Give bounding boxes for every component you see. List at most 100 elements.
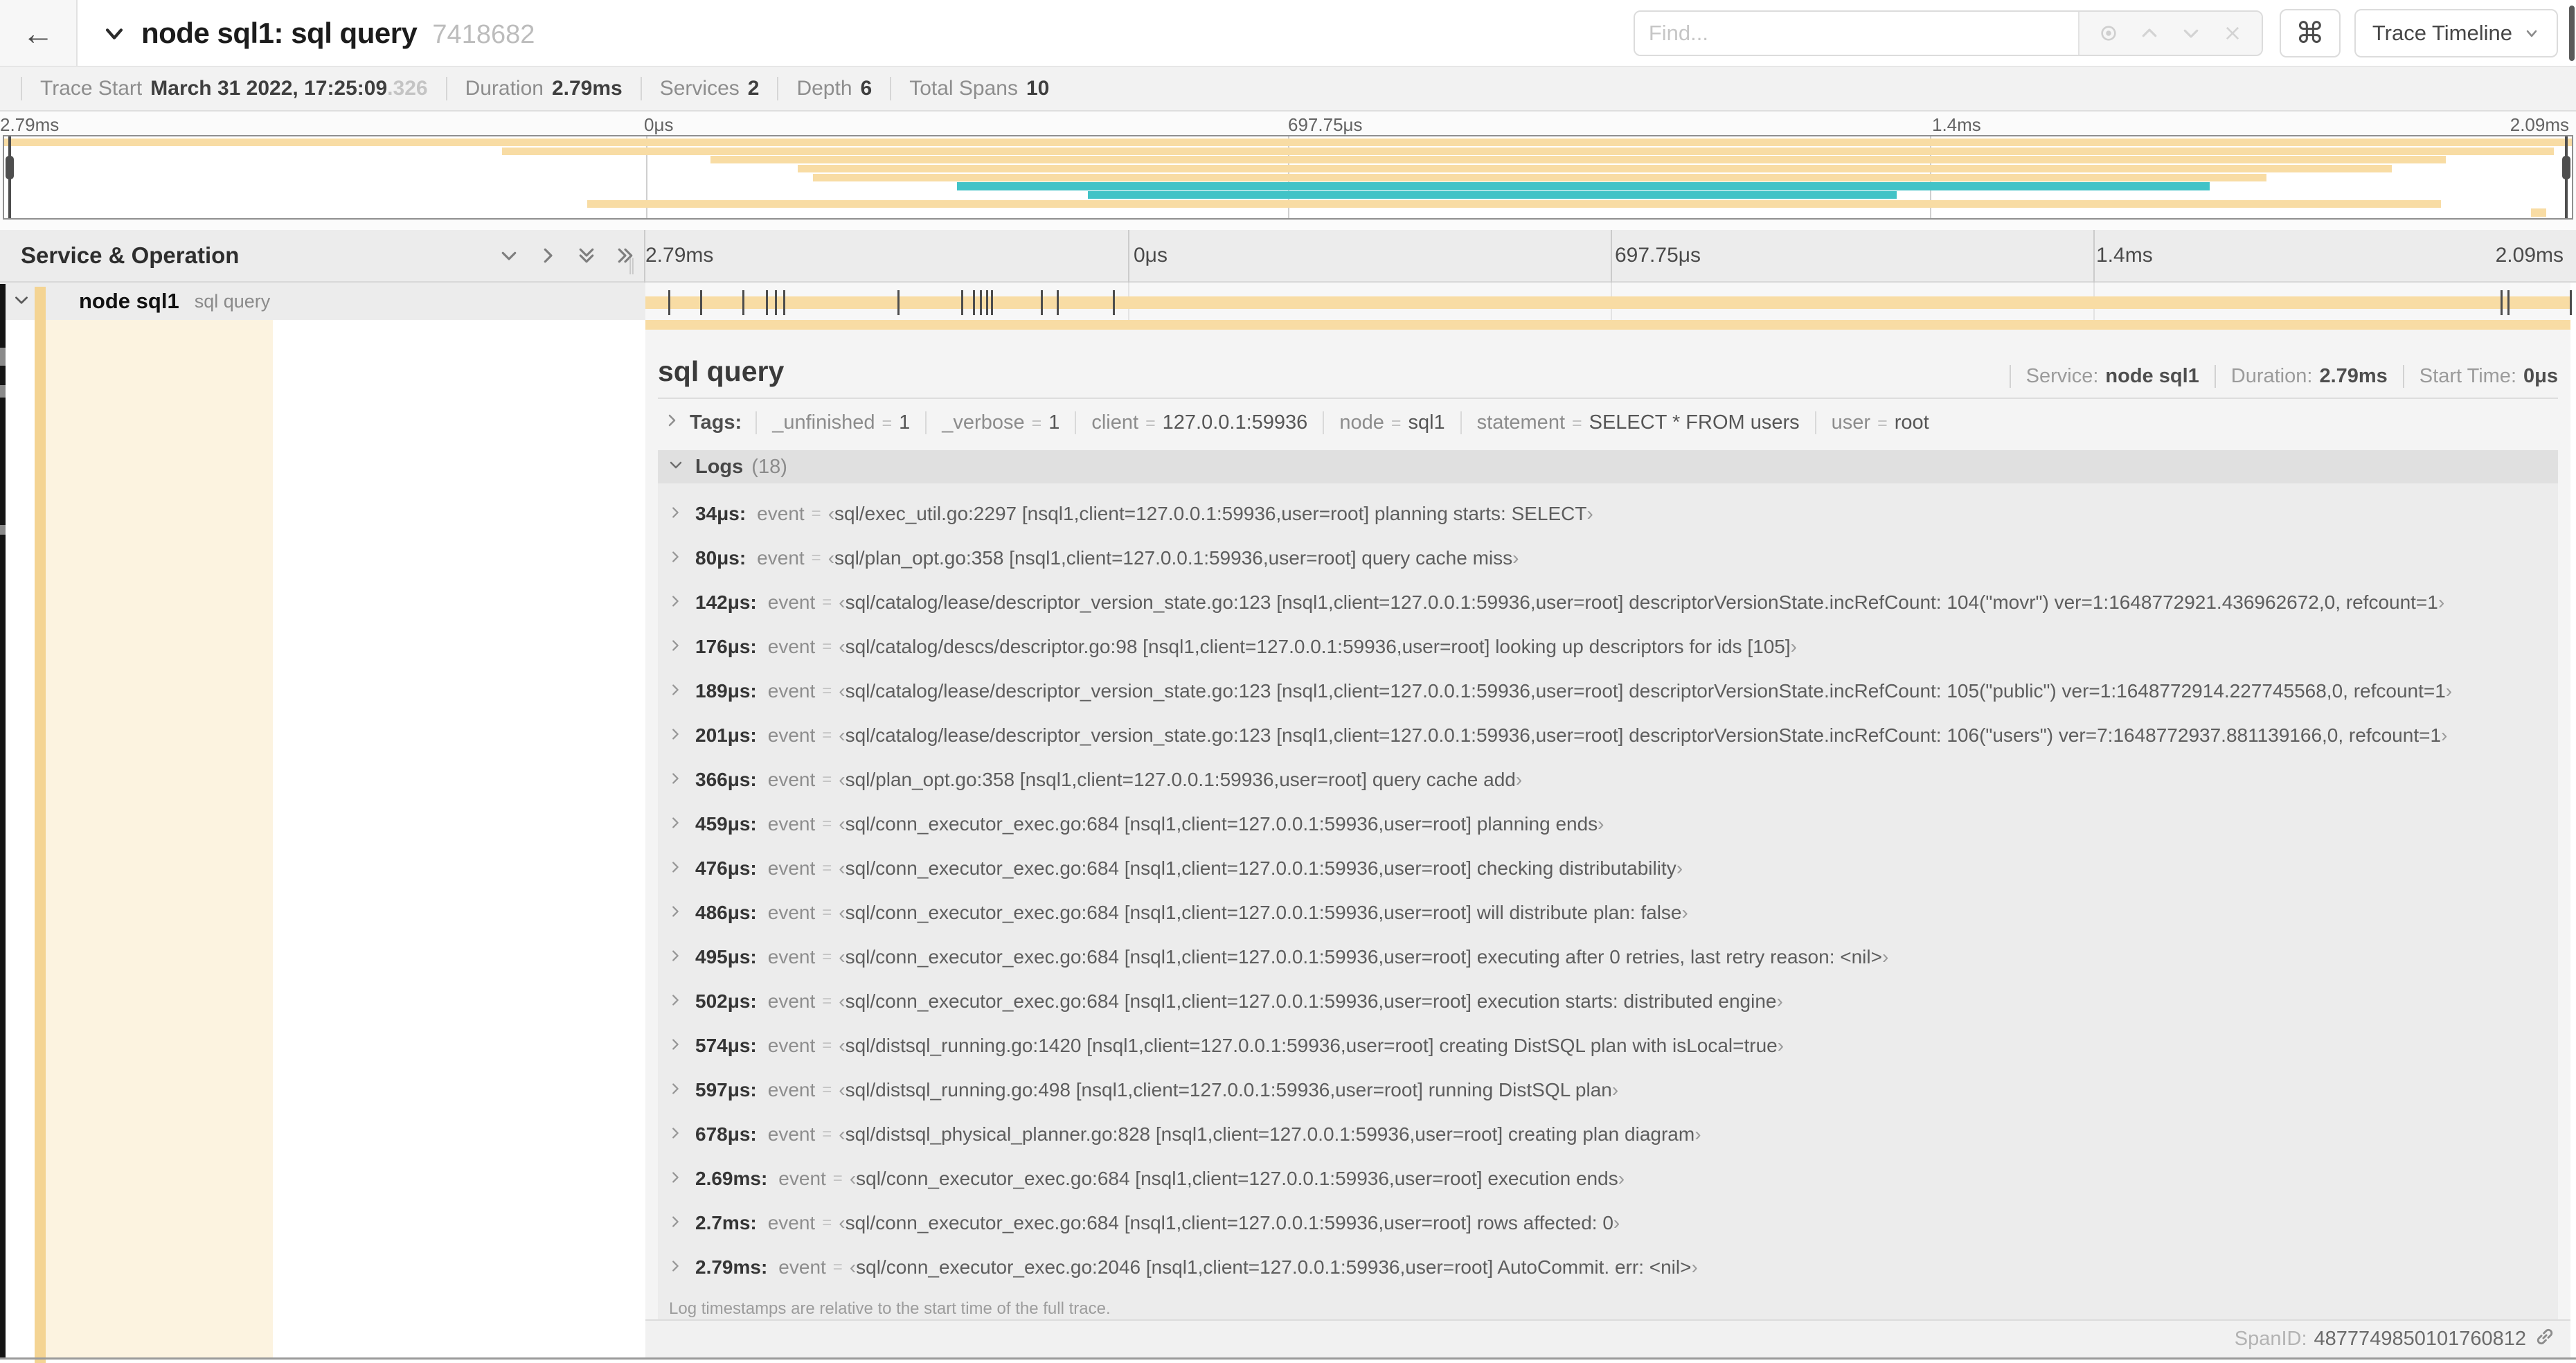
log-timestamp: 201μs: bbox=[695, 724, 757, 746]
timeline-tick-header: 0μs 697.75μs 1.4ms 2.09ms 2.79ms bbox=[645, 230, 2570, 281]
log-quote-close: › bbox=[1776, 990, 1783, 1012]
chevron-down-icon[interactable] bbox=[102, 22, 126, 49]
collapse-all-icon[interactable] bbox=[576, 245, 597, 266]
jaeger-trace-page: ← node sql1: sql query 7418682 Find... ⌘… bbox=[0, 0, 2576, 1363]
log-quote-close: › bbox=[1618, 1168, 1625, 1189]
log-tick-mark bbox=[668, 290, 670, 315]
info-label: Duration bbox=[465, 77, 544, 100]
log-row[interactable]: 574μs: event = ‹sql/distsql_running.go:1… bbox=[658, 1024, 2558, 1068]
log-equals: = bbox=[822, 1125, 832, 1143]
log-quote-close: › bbox=[1515, 769, 1523, 790]
log-row[interactable]: 486μs: event = ‹sql/conn_executor_exec.g… bbox=[658, 891, 2558, 935]
log-quote-close: › bbox=[1613, 1212, 1620, 1233]
log-row[interactable]: 495μs: event = ‹sql/conn_executor_exec.g… bbox=[658, 935, 2558, 979]
log-timestamp: 495μs: bbox=[695, 946, 757, 968]
chevron-right-icon bbox=[668, 591, 683, 614]
clear-find-icon[interactable] bbox=[2220, 21, 2245, 46]
logs-header[interactable]: Logs (18) bbox=[658, 450, 2558, 483]
next-match-icon[interactable] bbox=[2179, 21, 2203, 46]
prev-match-icon[interactable] bbox=[2137, 21, 2162, 46]
log-timestamp: 502μs: bbox=[695, 990, 757, 1012]
meta-value: 0μs bbox=[2523, 365, 2558, 387]
log-quote-open: ‹ bbox=[839, 769, 846, 790]
span-duration-bar[interactable] bbox=[645, 296, 2570, 309]
log-key: event bbox=[767, 813, 816, 835]
log-row[interactable]: 2.7ms: event = ‹sql/conn_executor_exec.g… bbox=[658, 1201, 2558, 1245]
log-equals: = bbox=[822, 637, 832, 656]
detail-span-bar[interactable] bbox=[645, 320, 2570, 330]
log-row[interactable]: 201μs: event = ‹sql/catalog/lease/descri… bbox=[658, 713, 2558, 758]
tag-item: user = root bbox=[1814, 411, 1944, 434]
log-quote-close: › bbox=[2441, 724, 2448, 746]
log-row[interactable]: 459μs: event = ‹sql/conn_executor_exec.g… bbox=[658, 802, 2558, 846]
minimap-span-bar bbox=[956, 182, 2210, 190]
left-edge-strip bbox=[0, 284, 6, 1359]
minimap-span-bar bbox=[813, 173, 2266, 181]
find-input[interactable] bbox=[1634, 11, 2078, 55]
log-row[interactable]: 597μs: event = ‹sql/distsql_running.go:4… bbox=[658, 1068, 2558, 1112]
chevron-right-icon bbox=[668, 680, 683, 702]
span-name-cell[interactable]: node sql1 sql query bbox=[0, 283, 645, 1363]
log-row[interactable]: 176μs: event = ‹sql/catalog/descs/descri… bbox=[658, 625, 2558, 669]
info-value: March 31 2022, 17:25:09 bbox=[150, 77, 388, 100]
detail-divider bbox=[658, 398, 2558, 399]
focus-target-icon[interactable] bbox=[2096, 21, 2121, 46]
log-quote-open: ‹ bbox=[839, 591, 846, 613]
log-row[interactable]: 34μs: event = ‹sql/exec_util.go:2297 [ns… bbox=[658, 492, 2558, 536]
log-equals: = bbox=[822, 1036, 832, 1055]
log-row[interactable]: 2.69ms: event = ‹sql/conn_executor_exec.… bbox=[658, 1157, 2558, 1201]
view-selector-button[interactable]: Trace Timeline bbox=[2354, 8, 2558, 57]
minimap-tick-label: 697.75μs bbox=[1288, 114, 1363, 135]
log-timestamp: 176μs: bbox=[695, 636, 757, 657]
minimap-left-scrubber[interactable] bbox=[6, 136, 14, 218]
log-quote-close: › bbox=[1790, 636, 1797, 657]
log-row[interactable]: 502μs: event = ‹sql/conn_executor_exec.g… bbox=[658, 979, 2558, 1024]
log-equals: = bbox=[822, 770, 832, 789]
scrollbar-thumb[interactable] bbox=[2569, 6, 2575, 61]
log-equals: = bbox=[822, 903, 832, 922]
log-row[interactable]: 2.79ms: event = ‹sql/conn_executor_exec.… bbox=[658, 1245, 2558, 1290]
chevron-right-icon bbox=[668, 813, 683, 835]
tags-accordion[interactable]: Tags: _unfinished = 1 _verbose = 1 clien… bbox=[658, 400, 2558, 445]
log-quote-open: ‹ bbox=[839, 813, 846, 835]
minimap-canvas[interactable] bbox=[3, 135, 2573, 220]
span-meta-item: Start Time: 0μs bbox=[2402, 365, 2558, 388]
minimap-right-scrubber[interactable] bbox=[2562, 136, 2570, 218]
back-button[interactable]: ← bbox=[0, 0, 78, 66]
timeline-header-row: Service & Operation ∥ 0μs 697.75μs 1.4ms 2.… bbox=[0, 230, 2576, 283]
chevron-right-icon bbox=[668, 990, 683, 1013]
chevron-right-icon bbox=[668, 724, 683, 747]
log-row[interactable]: 366μs: event = ‹sql/plan_opt.go:358 [nsq… bbox=[658, 758, 2558, 802]
find-group bbox=[1633, 10, 2263, 56]
log-row[interactable]: 189μs: event = ‹sql/catalog/lease/descri… bbox=[658, 669, 2558, 713]
chevron-right-icon bbox=[668, 503, 683, 525]
span-meta-item: Duration: 2.79ms bbox=[2214, 365, 2403, 388]
link-icon[interactable] bbox=[2533, 1325, 2557, 1354]
info-value: 10 bbox=[1026, 77, 1050, 100]
logs-count: (18) bbox=[751, 455, 787, 478]
log-timestamp: 2.79ms: bbox=[695, 1256, 768, 1278]
keyboard-shortcuts-button[interactable]: ⌘ bbox=[2279, 8, 2341, 57]
expand-one-icon[interactable] bbox=[537, 245, 558, 266]
span-timeline-cell[interactable] bbox=[645, 283, 2572, 320]
minimap-span-bar bbox=[502, 147, 2555, 155]
span-meta-item: Service: node sql1 bbox=[2009, 365, 2215, 388]
chevron-down-icon[interactable] bbox=[12, 291, 30, 312]
log-key: event bbox=[757, 547, 805, 569]
log-row[interactable]: 142μs: event = ‹sql/catalog/lease/descri… bbox=[658, 580, 2558, 625]
collapse-one-icon[interactable] bbox=[499, 245, 519, 266]
info-label: Trace Start bbox=[40, 77, 143, 100]
log-key: event bbox=[767, 1035, 816, 1056]
log-row[interactable]: 476μs: event = ‹sql/conn_executor_exec.g… bbox=[658, 846, 2558, 891]
log-equals: = bbox=[811, 504, 821, 523]
log-row[interactable]: 80μs: event = ‹sql/plan_opt.go:358 [nsql… bbox=[658, 536, 2558, 580]
meta-label: Duration: bbox=[2230, 365, 2313, 387]
column-resizer-grip[interactable]: ∥ bbox=[627, 256, 637, 276]
tag-key: _unfinished bbox=[772, 411, 875, 434]
log-key: event bbox=[767, 1212, 816, 1233]
tags-label: Tags: bbox=[690, 411, 742, 434]
log-value: sql/distsql_running.go:1420 [nsql1,clien… bbox=[845, 1035, 1778, 1056]
detail-row-bottom-border bbox=[0, 1357, 2576, 1360]
command-icon: ⌘ bbox=[2295, 17, 2325, 49]
log-row[interactable]: 678μs: event = ‹sql/distsql_physical_pla… bbox=[658, 1112, 2558, 1157]
